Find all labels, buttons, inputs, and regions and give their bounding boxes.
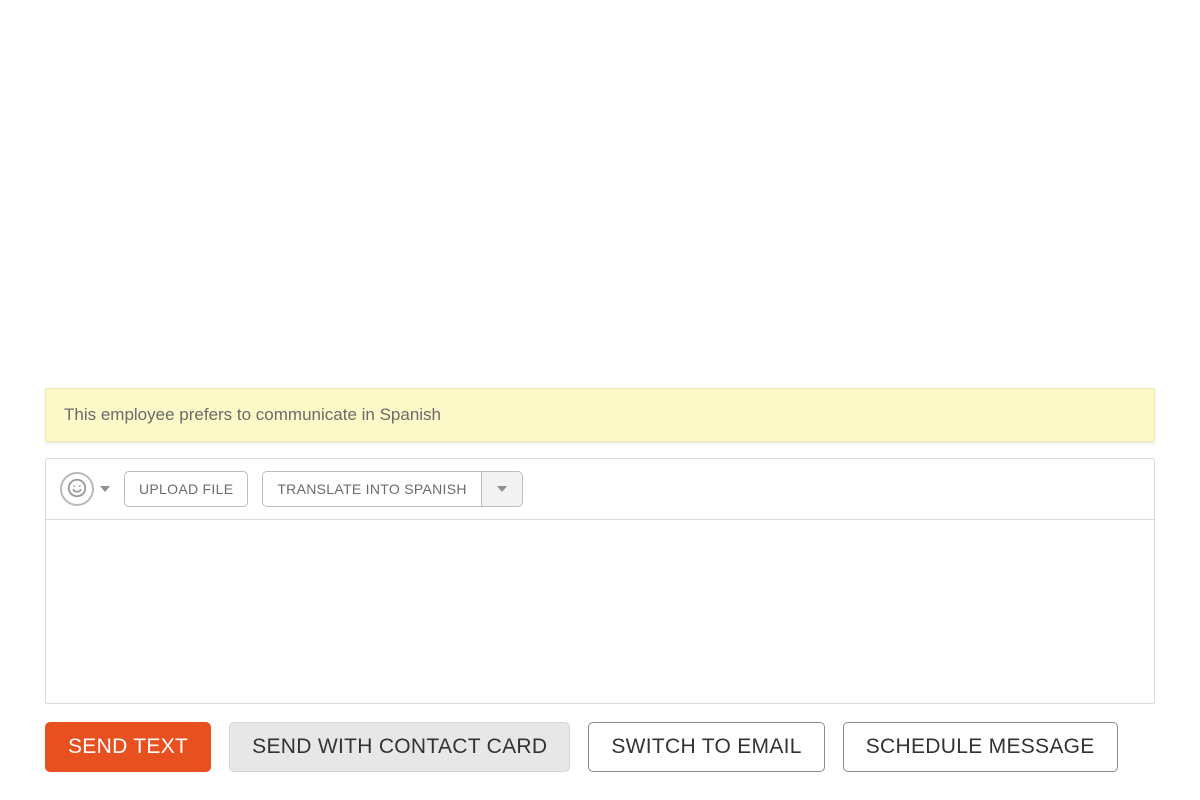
send-with-contact-card-button[interactable]: SEND WITH CONTACT CARD bbox=[229, 722, 570, 772]
smiley-icon bbox=[66, 477, 88, 502]
message-composer: UPLOAD FILE TRANSLATE INTO SPANISH bbox=[45, 458, 1155, 704]
translate-button[interactable]: TRANSLATE INTO SPANISH bbox=[263, 472, 481, 506]
emoji-dropdown-caret[interactable] bbox=[100, 486, 110, 492]
composer-toolbar: UPLOAD FILE TRANSLATE INTO SPANISH bbox=[46, 459, 1154, 520]
send-text-button[interactable]: SEND TEXT bbox=[45, 722, 211, 772]
translate-dropdown-button[interactable] bbox=[482, 472, 522, 506]
translate-split-button: TRANSLATE INTO SPANISH bbox=[262, 471, 522, 507]
schedule-message-button[interactable]: SCHEDULE MESSAGE bbox=[843, 722, 1118, 772]
message-composer-panel: This employee prefers to communicate in … bbox=[0, 388, 1200, 784]
notice-text: This employee prefers to communicate in … bbox=[64, 405, 441, 424]
emoji-picker-button[interactable] bbox=[60, 472, 94, 506]
message-input[interactable] bbox=[46, 520, 1154, 698]
language-preference-notice: This employee prefers to communicate in … bbox=[45, 388, 1155, 442]
action-buttons-row: SEND TEXT SEND WITH CONTACT CARD SWITCH … bbox=[45, 722, 1155, 784]
upload-file-button[interactable]: UPLOAD FILE bbox=[124, 471, 248, 507]
emoji-picker-group bbox=[60, 472, 110, 506]
chevron-down-icon bbox=[497, 486, 507, 492]
conversation-area bbox=[0, 0, 1200, 388]
switch-to-email-button[interactable]: SWITCH TO EMAIL bbox=[588, 722, 824, 772]
